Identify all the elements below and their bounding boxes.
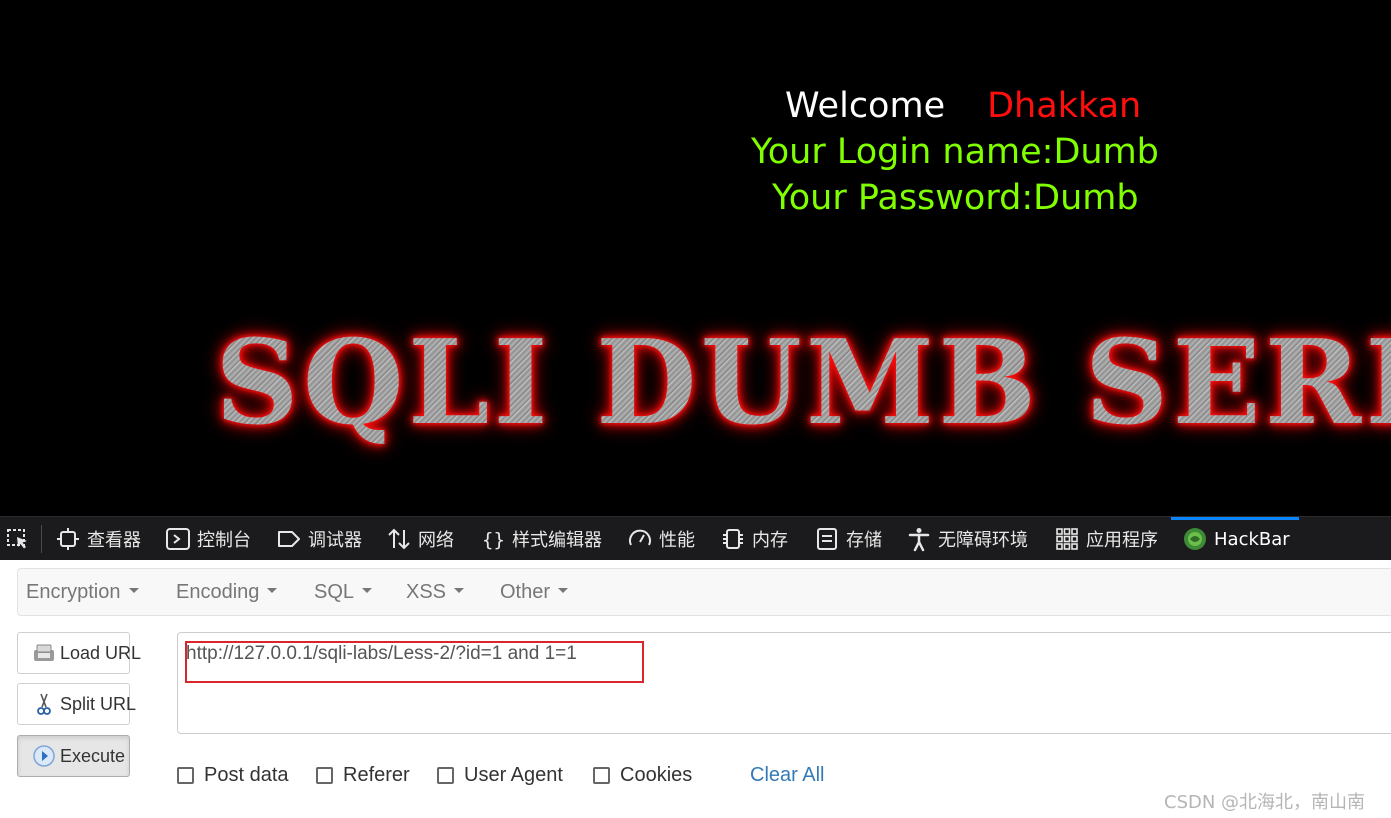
menu-label: SQL <box>314 581 355 603</box>
page-content: Welcome Dhakkan Your Login name:Dumb Your… <box>0 0 1391 516</box>
option-label: User Agent <box>464 763 563 786</box>
memory-icon <box>720 526 746 552</box>
menu-label: XSS <box>406 581 447 603</box>
tab-label: 控制台 <box>197 530 251 551</box>
tab-debugger[interactable]: 调试器 <box>276 517 362 561</box>
inspector-icon <box>55 526 81 552</box>
tab-performance[interactable]: 性能 <box>627 517 695 561</box>
tab-network[interactable]: 网络 <box>386 517 454 561</box>
execute-button[interactable]: Execute <box>17 735 130 777</box>
tab-label: 调试器 <box>308 530 362 551</box>
pick-element-icon <box>5 526 31 552</box>
menu-encoding[interactable]: Encoding <box>176 569 278 615</box>
hackbar-menu-bar: Encryption Encoding SQL XSS Other <box>17 568 1391 616</box>
url-input[interactable] <box>177 632 1391 734</box>
clear-all-link[interactable]: Clear All <box>750 762 824 788</box>
tab-label: 样式编辑器 <box>512 530 602 551</box>
load-url-label: Load URL <box>60 642 142 663</box>
welcome-line: Welcome Dhakkan <box>785 84 1141 128</box>
user-agent-option[interactable]: User Agent <box>437 762 563 788</box>
option-label: Post data <box>204 763 289 786</box>
tab-accessibility[interactable]: 无障碍环境 <box>906 517 1028 561</box>
network-icon <box>386 526 412 552</box>
tab-label: 存储 <box>846 530 882 551</box>
svg-text:{}: {} <box>482 529 505 551</box>
tab-label: 网络 <box>418 530 454 551</box>
password-text: Your Password:Dumb <box>772 178 1139 218</box>
tab-memory[interactable]: 内存 <box>720 517 788 561</box>
tab-inspector[interactable]: 查看器 <box>55 517 141 561</box>
option-label: Referer <box>343 763 410 786</box>
tab-style-editor[interactable]: {} 样式编辑器 <box>480 517 602 561</box>
scissors-icon <box>32 692 56 716</box>
cookies-option[interactable]: Cookies <box>593 762 692 788</box>
menu-other[interactable]: Other <box>500 569 569 615</box>
performance-icon <box>627 526 653 552</box>
tab-label: 无障碍环境 <box>938 530 1028 551</box>
post-data-option[interactable]: Post data <box>177 762 289 788</box>
load-url-button[interactable]: Load URL <box>17 632 141 674</box>
menu-sql[interactable]: SQL <box>314 569 373 615</box>
welcome-label: Welcome <box>785 86 946 126</box>
tab-label: 应用程序 <box>1086 530 1158 551</box>
tab-storage[interactable]: 存储 <box>814 517 882 561</box>
tab-label: 内存 <box>752 530 788 551</box>
sqli-dumb-series-banner: SQLI DUMB SERIES <box>215 318 1391 448</box>
console-icon <box>165 526 191 552</box>
cookies-checkbox[interactable] <box>593 766 610 784</box>
toolbar-separator <box>41 525 42 553</box>
caret-down-icon <box>267 588 278 594</box>
menu-label: Encoding <box>176 581 260 603</box>
tab-application[interactable]: 应用程序 <box>1054 517 1158 561</box>
debugger-icon <box>276 526 302 552</box>
menu-xss[interactable]: XSS <box>406 569 465 615</box>
split-url-label: Split URL <box>60 693 137 714</box>
caret-down-icon <box>362 588 373 594</box>
hackbar-panel: Encryption Encoding SQL XSS Other Load U… <box>0 560 1391 818</box>
tab-hackbar[interactable]: HackBar <box>1182 517 1290 561</box>
tab-label: 性能 <box>659 530 695 551</box>
referer-checkbox[interactable] <box>316 766 333 784</box>
application-icon <box>1054 526 1080 552</box>
execute-label: Execute <box>60 745 126 766</box>
login-name-text: Your Login name:Dumb <box>751 132 1159 172</box>
devtools-toolbar: 查看器 控制台 调试器 网络 {} 样式编辑器 性能 内存 存储 无障碍环境 应… <box>0 516 1391 561</box>
caret-down-icon <box>128 588 139 594</box>
element-picker-button[interactable] <box>5 517 37 561</box>
play-icon <box>32 744 56 768</box>
tab-label: 查看器 <box>87 530 141 551</box>
referer-option[interactable]: Referer <box>316 762 410 788</box>
style-editor-icon: {} <box>480 526 506 552</box>
caret-down-icon <box>558 588 569 594</box>
accessibility-icon <box>906 526 932 552</box>
menu-label: Encryption <box>26 581 121 603</box>
post-data-checkbox[interactable] <box>177 766 194 784</box>
welcome-username: Dhakkan <box>987 86 1142 126</box>
split-url-button[interactable]: Split URL <box>17 683 136 725</box>
load-url-icon <box>32 641 56 665</box>
tab-label: HackBar <box>1214 528 1290 550</box>
csdn-watermark: CSDN @北海北，南山南 <box>1164 792 1366 813</box>
storage-icon <box>814 526 840 552</box>
browser-window: Welcome Dhakkan Your Login name:Dumb Your… <box>0 0 1391 818</box>
hackbar-icon <box>1182 526 1208 552</box>
user-agent-checkbox[interactable] <box>437 766 454 784</box>
menu-label: Other <box>500 581 551 603</box>
menu-encryption[interactable]: Encryption <box>26 569 139 615</box>
tab-console[interactable]: 控制台 <box>165 517 251 561</box>
caret-down-icon <box>454 588 465 594</box>
option-label: Cookies <box>620 763 693 786</box>
